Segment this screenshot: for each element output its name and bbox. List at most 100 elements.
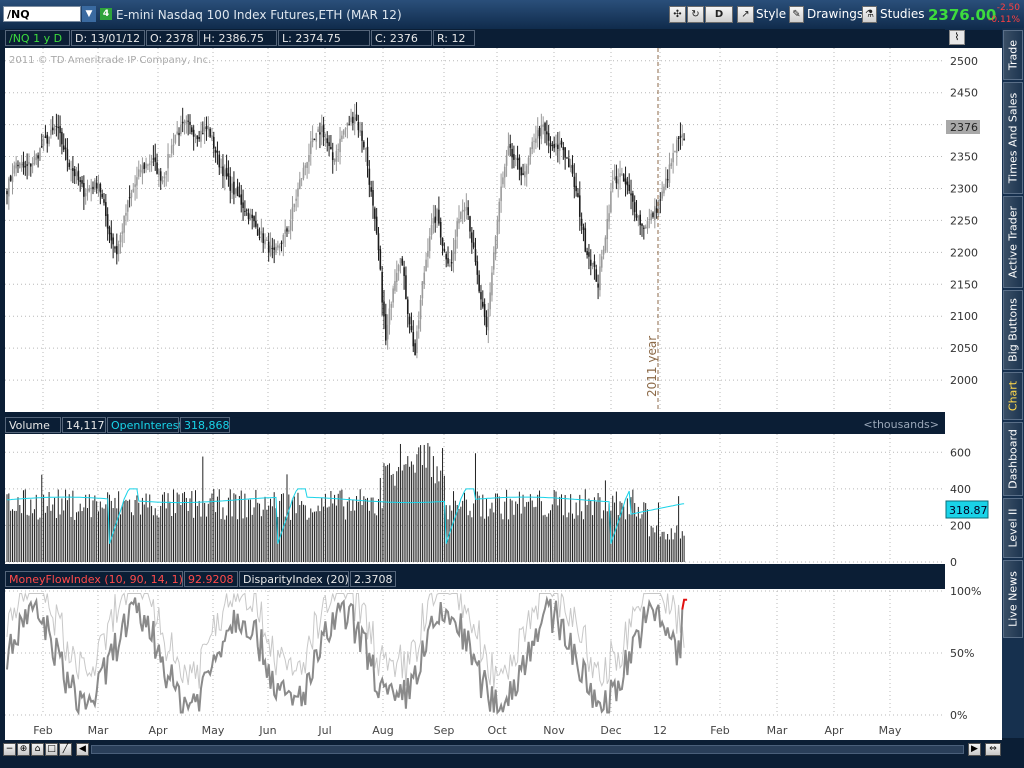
candle-body <box>379 249 382 270</box>
candle-body <box>313 138 316 140</box>
candle-body <box>628 184 630 191</box>
candle-body <box>683 138 685 140</box>
candle-body <box>368 168 371 185</box>
candle-body <box>169 156 171 158</box>
candle-body <box>465 206 468 211</box>
candle-body <box>568 158 570 168</box>
candle-body <box>633 202 636 213</box>
tab-trade[interactable]: Trade <box>1003 30 1023 80</box>
bottom-toolbar: − ⊕ ⌂ □ ╱ ◀ ▶ ⇔ <box>0 740 1024 768</box>
candle-body <box>236 186 239 196</box>
candle-body <box>51 127 54 131</box>
candle-body <box>192 129 195 137</box>
candle-body <box>485 316 488 328</box>
price-tick-label: 2100 <box>950 310 978 323</box>
scroll-left-icon[interactable]: ◀ <box>76 743 89 756</box>
candle-body <box>249 214 252 221</box>
candle-body <box>425 259 427 272</box>
candle-body <box>469 216 471 232</box>
candle-body <box>136 177 138 186</box>
tab-chart[interactable]: Chart <box>1003 372 1023 420</box>
candle-body <box>450 262 453 264</box>
candle-body <box>299 179 301 190</box>
candle-body <box>333 158 336 162</box>
tab-active-trader[interactable]: Active Trader <box>1003 196 1023 288</box>
candle-body <box>566 157 568 159</box>
candle-body <box>42 138 45 146</box>
candle-body <box>126 200 129 212</box>
candle-body <box>513 154 515 160</box>
candle-body <box>209 128 211 137</box>
candle-body <box>619 173 621 178</box>
tab-times-and-sales[interactable]: Times And Sales <box>1003 82 1023 194</box>
candle-body <box>156 162 158 174</box>
candle-body <box>218 154 221 168</box>
candle-body <box>547 133 550 141</box>
candle-body <box>668 164 671 183</box>
candle-body <box>293 203 296 208</box>
candle-body <box>663 186 665 194</box>
drawing-tools-icon[interactable]: ⌂ <box>31 743 44 756</box>
zoom-box-icon[interactable]: □ <box>45 743 58 756</box>
candle-body <box>33 157 36 164</box>
chart-area[interactable]: 2500245024002350230022502200215021002050… <box>0 0 1024 768</box>
zoom-out-icon[interactable]: − <box>3 743 16 756</box>
candle-body <box>185 120 188 124</box>
candle-body <box>386 324 389 340</box>
candle-body <box>544 123 546 131</box>
candle-body <box>390 303 393 308</box>
candle-body <box>399 257 402 264</box>
line-tool-icon[interactable]: ╱ <box>59 743 72 756</box>
scroll-right-icon[interactable]: ▶ <box>968 743 981 756</box>
month-tick-label: Apr <box>824 724 844 737</box>
candle-body <box>245 209 248 211</box>
month-tick-label: Nov <box>543 724 565 737</box>
tab-level-ii[interactable]: Level II <box>1003 498 1023 558</box>
candle-body <box>125 212 127 216</box>
candle-body <box>13 165 16 174</box>
candle-body <box>132 189 135 193</box>
candle-body <box>542 124 544 127</box>
candle-body <box>406 299 409 315</box>
candle-body <box>434 216 437 223</box>
candle-body <box>641 223 643 226</box>
candle-body <box>439 221 442 238</box>
candle-body <box>72 168 74 171</box>
tab-live-news[interactable]: Live News <box>1003 560 1023 638</box>
disparity-label: DisparityIndex (20) <box>239 571 349 587</box>
tab-big-buttons[interactable]: Big Buttons <box>1003 290 1023 370</box>
zoom-in-icon[interactable]: ⊕ <box>17 743 30 756</box>
candle-body <box>31 163 34 166</box>
mfi-label: MoneyFlowIndex (10, 90, 14, 1) <box>5 571 183 587</box>
indicator-tick-label: 0% <box>950 709 967 722</box>
tab-dashboard[interactable]: Dashboard <box>1003 422 1023 496</box>
candle-body <box>271 248 274 250</box>
candle-body <box>95 182 98 189</box>
side-tab-bar: Trade Times And Sales Active Trader Big … <box>1002 28 1024 738</box>
indicator-tick-label: 100% <box>950 585 981 598</box>
price-panel-bg <box>5 48 945 412</box>
candle-body <box>524 171 526 178</box>
candle-body <box>92 186 94 190</box>
candle-body <box>558 142 561 151</box>
candle-body <box>214 150 217 153</box>
open-interest-value: 318,868 <box>180 417 230 433</box>
candle-body <box>308 155 310 162</box>
candle-body <box>599 266 601 291</box>
candle-body <box>266 239 268 241</box>
candle-body <box>86 188 89 193</box>
candle-body <box>635 213 638 218</box>
copyright-watermark: 2011 © TD Ameritrade IP Company, Inc. <box>9 55 211 66</box>
horizontal-scrollbar[interactable] <box>91 745 964 754</box>
expand-icon[interactable]: ⇔ <box>985 743 1001 756</box>
candle-body <box>147 164 149 166</box>
candle-body <box>44 136 47 138</box>
candle-body <box>22 161 25 168</box>
month-tick-label: May <box>879 724 902 737</box>
indicator-panel-bg <box>5 589 945 717</box>
candle-body <box>322 124 325 138</box>
candle-body <box>238 195 241 198</box>
candle-body <box>584 228 587 252</box>
candle-body <box>88 187 91 191</box>
candle-body <box>40 145 43 148</box>
